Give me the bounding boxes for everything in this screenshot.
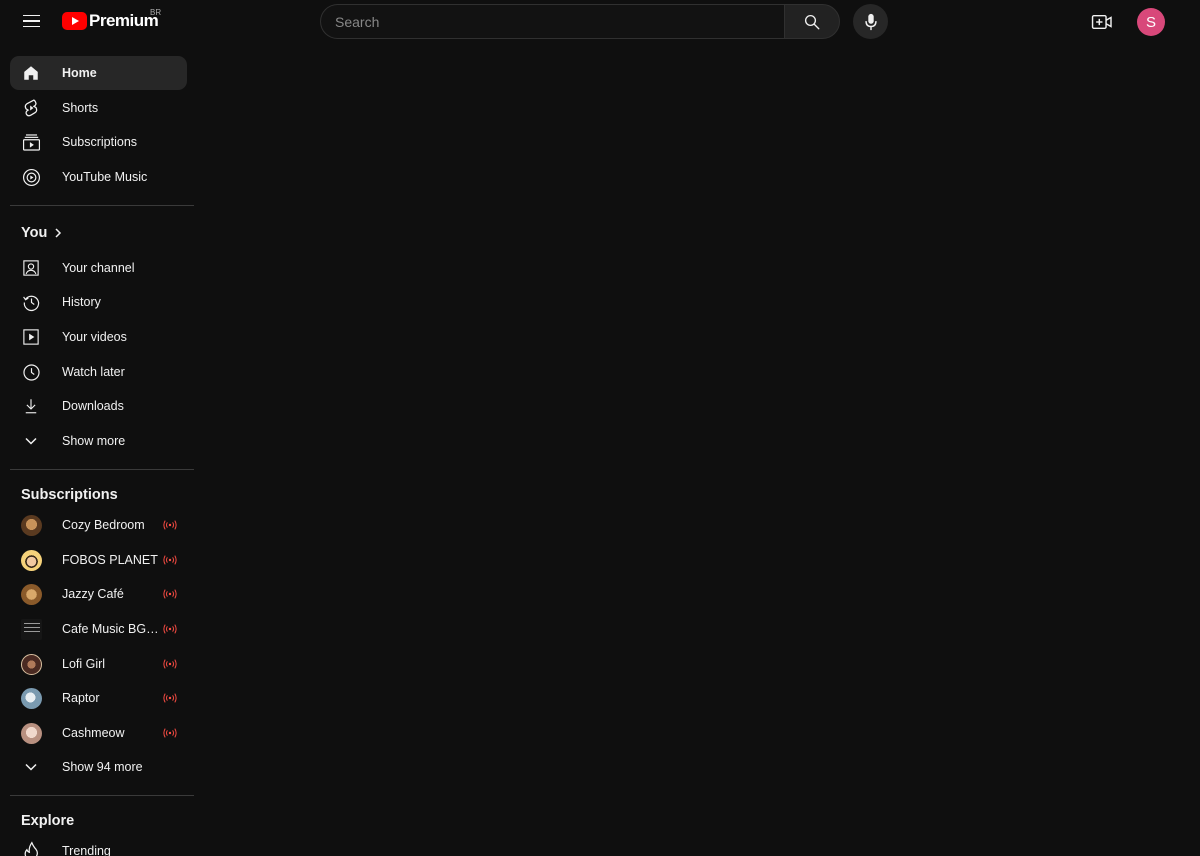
channel-name: Cafe Music BGM channel (62, 622, 162, 636)
watch-later-icon (21, 362, 41, 382)
channel-avatar (21, 583, 42, 605)
subscription-item[interactable]: Cozy Bedroom (10, 508, 187, 542)
sidebar-divider (10, 469, 194, 470)
sidebar-item-label: Downloads (62, 399, 124, 413)
youtube-music-icon (21, 167, 41, 187)
chevron-down-icon (21, 757, 41, 777)
subscription-item[interactable]: Lofi Girl (10, 647, 187, 681)
chevron-down-icon (21, 431, 41, 451)
subscription-item[interactable]: Jazzy Café (10, 577, 187, 611)
microphone-icon (864, 13, 877, 30)
search-box (320, 4, 785, 39)
explore-section-title: Explore (21, 813, 74, 829)
sidebar-item-label: Your videos (62, 330, 127, 344)
live-icon (163, 693, 177, 703)
live-icon (163, 624, 177, 634)
sidebar-item-label: Trending (62, 844, 111, 856)
history-icon (21, 292, 41, 312)
channel-avatar (21, 549, 42, 571)
live-icon (163, 659, 177, 669)
subscription-item[interactable]: FOBOS PLANET (10, 543, 187, 577)
show-more-button[interactable]: Show more (10, 424, 187, 458)
channel-name: Cozy Bedroom (62, 518, 145, 532)
sidebar-item-your-videos[interactable]: Your videos (10, 320, 187, 354)
sidebar-item-your-channel[interactable]: Your channel (10, 251, 187, 285)
sidebar-item-label: Watch later (62, 365, 125, 379)
account-avatar[interactable]: S (1137, 8, 1165, 36)
subscription-item[interactable]: Raptor (10, 681, 187, 715)
sidebar-divider (10, 795, 194, 796)
sidebar-item-label: Shorts (62, 101, 99, 115)
channel-avatar (21, 653, 42, 675)
sidebar-item-downloads[interactable]: Downloads (10, 389, 187, 423)
channel-name: FOBOS PLANET (62, 553, 158, 567)
subscriptions-section-title: Subscriptions (21, 487, 118, 503)
channel-name: Lofi Girl (62, 657, 106, 671)
sidebar-item-trending[interactable]: Trending (10, 834, 187, 856)
sidebar-item-youtube-music[interactable]: YouTube Music (10, 160, 187, 194)
sidebar: Home Shorts Subscriptions YouTube Music … (0, 44, 200, 856)
sidebar-item-label: Show more (62, 434, 126, 448)
download-icon (21, 396, 41, 416)
sidebar-item-label: Show 94 more (62, 760, 143, 774)
section-title: You (21, 225, 48, 241)
your-videos-icon (21, 327, 41, 347)
search-button[interactable] (784, 4, 840, 39)
sidebar-item-subscriptions[interactable]: Subscriptions (10, 125, 187, 159)
channel-name: Jazzy Café (62, 587, 124, 601)
chevron-right-icon (53, 227, 63, 239)
sidebar-item-history[interactable]: History (10, 285, 187, 319)
live-icon (163, 589, 177, 599)
sidebar-item-label: YouTube Music (62, 170, 148, 184)
sidebar-item-label: Your channel (62, 261, 135, 275)
show-more-subscriptions-button[interactable]: Show 94 more (10, 750, 187, 784)
live-icon (163, 520, 177, 530)
trending-icon (21, 841, 41, 856)
live-icon (163, 555, 177, 565)
youtube-logo-icon (62, 12, 87, 30)
voice-search-button[interactable] (853, 4, 888, 39)
create-video-icon (1091, 14, 1112, 30)
country-code: BR (150, 8, 162, 17)
sidebar-item-watch-later[interactable]: Watch later (10, 355, 187, 389)
subscription-item[interactable]: Cashmeow (10, 716, 187, 750)
search-input[interactable] (321, 5, 785, 38)
sidebar-divider (10, 205, 194, 206)
you-section-header[interactable]: You (21, 225, 63, 241)
sidebar-item-label: History (62, 295, 101, 309)
create-button[interactable] (1086, 6, 1118, 38)
menu-icon[interactable] (14, 6, 48, 36)
shorts-icon (21, 98, 41, 118)
channel-avatar (21, 618, 42, 640)
channel-name: Cashmeow (62, 726, 125, 740)
subscription-item[interactable]: Cafe Music BGM channel (10, 612, 187, 646)
top-bar: Premium BR S (0, 0, 1200, 44)
logo-text: Premium (89, 11, 159, 30)
section-title: Explore (21, 813, 75, 829)
channel-avatar (21, 722, 42, 744)
youtube-premium-logo[interactable]: Premium (62, 11, 159, 31)
channel-avatar (21, 514, 42, 536)
live-icon (163, 728, 177, 738)
sidebar-item-label: Subscriptions (62, 135, 138, 149)
search-icon (804, 14, 820, 29)
channel-name: Raptor (62, 691, 100, 705)
home-icon (21, 63, 41, 83)
sidebar-item-shorts[interactable]: Shorts (10, 91, 187, 125)
section-title: Subscriptions (21, 487, 118, 503)
channel-avatar (21, 687, 42, 709)
subscriptions-icon (21, 132, 41, 152)
sidebar-item-label: Home (62, 66, 97, 80)
sidebar-item-home[interactable]: Home (10, 56, 187, 90)
your-channel-icon (21, 258, 41, 278)
